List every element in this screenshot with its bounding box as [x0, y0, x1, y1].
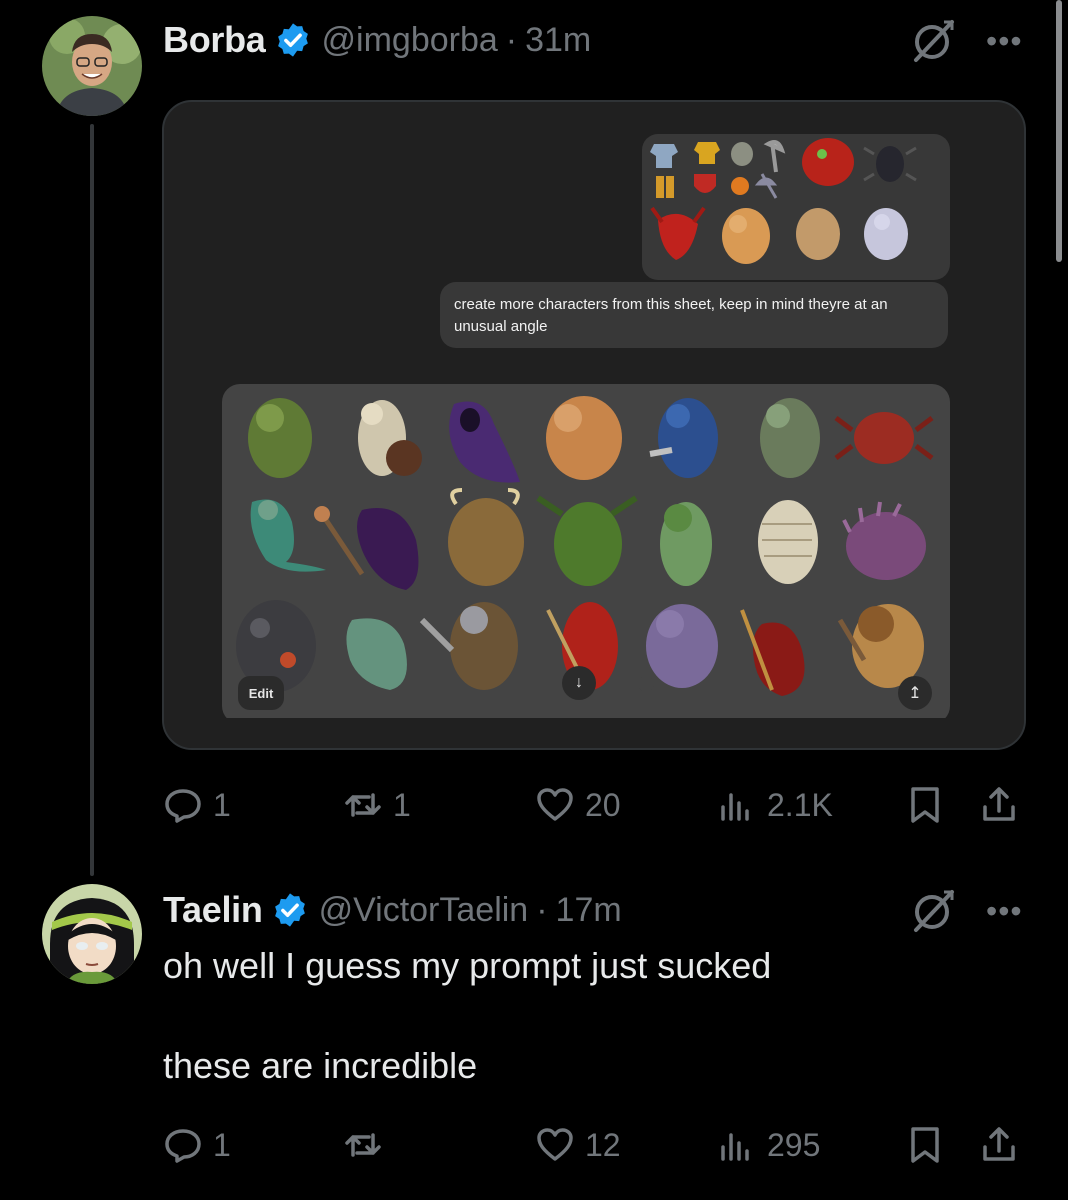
- like-button[interactable]: 12: [535, 1120, 621, 1170]
- bookmark-icon: [911, 1127, 939, 1163]
- verified-badge-icon: [274, 893, 305, 927]
- sprite-white-ghoul: [864, 208, 908, 260]
- sprite-blue-knight: [649, 398, 718, 478]
- reference-sprite-sheet: [642, 134, 950, 280]
- heart-icon: [537, 788, 573, 821]
- tweet-menu: •••: [908, 16, 1023, 66]
- reply-count: 1: [213, 786, 231, 823]
- views-count: 295: [767, 1126, 821, 1163]
- sprite-orange-amulet: [731, 177, 749, 195]
- heart-icon: [537, 1128, 573, 1161]
- separator-dot: ·: [505, 20, 518, 59]
- sprite-dark-mage: [314, 506, 419, 590]
- generated-sprite-sheet: Edit ↓ ↥: [222, 384, 950, 724]
- sprite-purple-beast: [842, 501, 926, 580]
- reply-button[interactable]: 1: [163, 1120, 231, 1170]
- thread-connector-line: [90, 124, 94, 876]
- views-count: 2.1K: [767, 786, 833, 823]
- share-button[interactable]: [979, 780, 1019, 830]
- share-icon: [983, 787, 1015, 821]
- bookmark-button[interactable]: [905, 780, 945, 830]
- views-icon: [721, 1133, 749, 1161]
- views-button[interactable]: 2.1K: [717, 780, 833, 830]
- timestamp[interactable]: 17m: [556, 891, 622, 930]
- sprite-helmet: [731, 142, 753, 166]
- scrollbar[interactable]: [1056, 0, 1062, 262]
- reply-count: 1: [213, 1126, 231, 1163]
- display-name[interactable]: Taelin: [163, 889, 263, 931]
- tweet-text-line: oh well I guess my prompt just sucked: [163, 945, 772, 986]
- views-icon: [721, 793, 749, 821]
- tweet-actions: 1 12 295: [163, 1120, 1023, 1170]
- tweet-menu: •••: [908, 886, 1023, 936]
- user-handle[interactable]: @VictorTaelin: [319, 891, 529, 930]
- share-icon: [983, 1127, 1015, 1161]
- sprite-mummy: [758, 500, 818, 584]
- bookmark-button[interactable]: [905, 1120, 945, 1170]
- sprite-medusa: [660, 502, 712, 586]
- media-bottom-strip: [164, 718, 1024, 748]
- repost-icon: [345, 1133, 381, 1157]
- sprite-purple-wraith: [449, 401, 520, 483]
- sprite-purple-troll: [638, 604, 718, 692]
- tweet-text-line: these are incredible: [163, 1045, 478, 1086]
- timestamp[interactable]: 31m: [525, 21, 591, 60]
- views-button[interactable]: 295: [717, 1120, 820, 1170]
- more-options-icon[interactable]: •••: [986, 25, 1023, 57]
- repost-count: 1: [393, 786, 411, 823]
- sprite-armor-gold: [694, 142, 720, 164]
- user-handle[interactable]: @imgborba: [322, 21, 498, 60]
- sprite-gold-legs: [656, 176, 674, 198]
- repost-icon: [345, 793, 381, 817]
- grok-icon[interactable]: [908, 886, 958, 936]
- sprite-black-spider: [863, 146, 917, 182]
- tweet-actions: 1 1 20 2.1K: [163, 780, 1023, 830]
- like-count: 20: [585, 786, 621, 823]
- separator-dot: ·: [536, 890, 548, 929]
- download-button[interactable]: ↓: [562, 666, 596, 700]
- bookmark-icon: [911, 787, 939, 823]
- reply-icon: [165, 1129, 201, 1163]
- sprite-green-dragon: [536, 495, 638, 586]
- sprite-troll-tan: [796, 208, 840, 260]
- sprite-orc-warrior: [760, 398, 820, 478]
- reply-button[interactable]: 1: [163, 780, 231, 830]
- sprite-naga: [250, 499, 326, 572]
- tweet-header: Taelin @VictorTaelin · 17m: [163, 880, 622, 940]
- reply-icon: [165, 789, 201, 823]
- sprite-minotaur: [448, 488, 524, 586]
- sprite-battle-axe: [754, 173, 778, 199]
- sprite-skeleton: [358, 400, 422, 476]
- sprite-red-demon: [802, 138, 854, 186]
- sprite-red-sorceress: [740, 609, 805, 696]
- repost-button[interactable]: [343, 1120, 393, 1170]
- more-options-icon[interactable]: •••: [986, 895, 1023, 927]
- display-name[interactable]: Borba: [163, 19, 266, 61]
- sprite-armor-blue: [650, 144, 678, 168]
- grok-icon[interactable]: [908, 16, 958, 66]
- prompt-message: create more characters from this sheet, …: [440, 282, 948, 348]
- sprite-viking-warrior: [419, 602, 518, 690]
- sprite-green-orc: [248, 398, 312, 478]
- media-share-button[interactable]: ↥: [898, 676, 932, 710]
- edit-button[interactable]: Edit: [238, 676, 284, 710]
- like-button[interactable]: 20: [535, 780, 621, 830]
- sprite-ghost: [346, 618, 407, 690]
- avatar-taelin[interactable]: [42, 884, 142, 984]
- verified-badge-icon: [277, 23, 308, 57]
- sprite-ogre: [546, 396, 622, 480]
- sprite-axe: [763, 140, 786, 173]
- sprite-ogre-tan: [722, 208, 770, 264]
- tweet-media-image[interactable]: create more characters from this sheet, …: [162, 100, 1026, 750]
- share-button[interactable]: [979, 1120, 1019, 1170]
- sprite-red-dragon: [650, 206, 706, 260]
- sprite-red-crab-spider: [834, 412, 934, 464]
- repost-button[interactable]: 1: [343, 780, 411, 830]
- tweet-header: Borba @imgborba · 31m: [163, 10, 591, 70]
- sprite-red-shield: [694, 174, 716, 193]
- like-count: 12: [585, 1126, 621, 1163]
- avatar-borba[interactable]: [42, 16, 142, 116]
